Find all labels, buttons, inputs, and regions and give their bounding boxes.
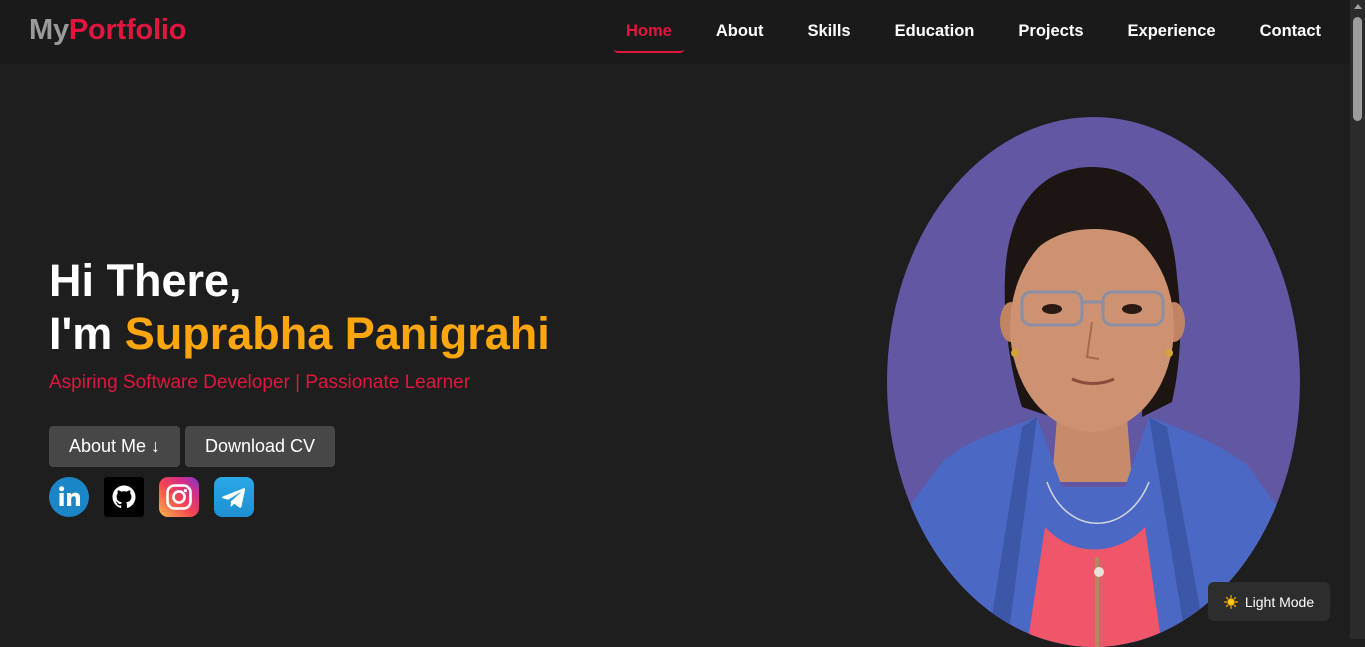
hero-im: I'm — [49, 308, 125, 359]
nav-link-home[interactable]: Home — [614, 14, 684, 53]
hero-heading: Hi There, I'm Suprabha Panigrahi — [49, 254, 550, 360]
hero-name: Suprabha Panigrahi — [124, 308, 550, 359]
nav-links: Home About Skills Education Projects Exp… — [614, 14, 1333, 53]
nav-link-contact[interactable]: Contact — [1248, 14, 1333, 51]
nav-link-experience[interactable]: Experience — [1116, 14, 1228, 51]
nav-link-projects[interactable]: Projects — [1006, 14, 1095, 51]
nav-link-about[interactable]: About — [704, 14, 776, 51]
logo-my: My — [29, 14, 69, 46]
instagram-icon[interactable] — [159, 477, 199, 517]
scroll-thumb[interactable] — [1353, 17, 1362, 121]
scroll-up-arrow-icon[interactable] — [1354, 4, 1362, 9]
navbar: MyPortfolio Home About Skills Education … — [0, 0, 1350, 64]
nav-link-skills[interactable]: Skills — [796, 14, 863, 51]
site-logo[interactable]: MyPortfolio — [29, 14, 186, 47]
hero-intro-line: I'm Suprabha Panigrahi — [49, 307, 550, 360]
nav-link-education[interactable]: Education — [883, 14, 987, 51]
hero-subtitle: Aspiring Software Developer | Passionate… — [49, 372, 471, 393]
scrollbar[interactable] — [1350, 0, 1365, 639]
theme-toggle-button[interactable]: Light Mode — [1208, 582, 1330, 621]
theme-toggle-label: Light Mode — [1244, 593, 1315, 610]
github-icon[interactable] — [104, 477, 144, 517]
telegram-icon[interactable] — [214, 477, 254, 517]
hero-greeting: Hi There, — [49, 255, 242, 306]
about-me-button[interactable]: About Me ↓ — [49, 426, 180, 467]
download-cv-button[interactable]: Download CV — [185, 426, 335, 467]
linkedin-icon[interactable] — [49, 477, 89, 517]
sun-icon — [1223, 594, 1238, 609]
profile-photo — [887, 117, 1300, 647]
logo-portfolio: Portfolio — [68, 14, 187, 46]
